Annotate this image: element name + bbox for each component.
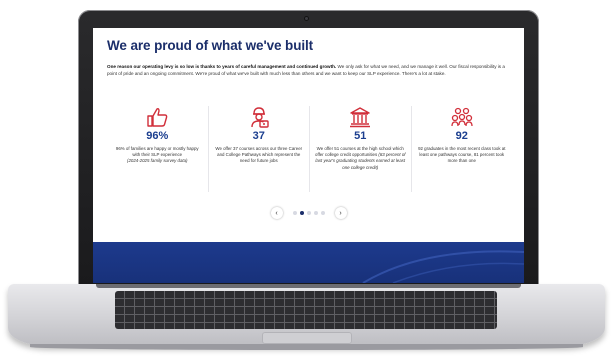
stat-value: 51 [354, 130, 367, 142]
carousel-dot[interactable] [313, 211, 318, 215]
stat-card: 96% 96% of families are happy or mostly … [107, 106, 208, 192]
stat-value: 96% [146, 130, 169, 142]
laptop-hinge [96, 284, 521, 288]
stat-desc-text: We offer 37 courses across our three Car… [215, 146, 303, 164]
thumbs-up-icon [147, 108, 168, 127]
carousel-dot[interactable] [320, 211, 325, 215]
stats-carousel: 96% 96% of families are happy or mostly … [107, 106, 512, 192]
stat-card: 37 We offer 37 courses across our three … [207, 106, 310, 192]
stat-card: 92 92 graduates in the most recent class… [410, 106, 513, 192]
laptop-lid: We are proud of what we've built One rea… [78, 10, 539, 288]
laptop-mockup: We are proud of what we've built One rea… [0, 0, 613, 358]
stat-card: 51 We offer 51 courses at the high schoo… [309, 106, 411, 192]
next-arrow-button[interactable]: › [334, 207, 347, 219]
carousel-pager: ‹ › [93, 206, 524, 220]
carousel-dot[interactable] [306, 211, 311, 215]
carousel-dot[interactable] [299, 211, 304, 215]
stat-description: We offer 37 courses across our three Car… [214, 146, 305, 165]
stat-desc-text: 92 graduates in the most recent class to… [418, 146, 506, 164]
intro-section: We are proud of what we've built One rea… [107, 38, 512, 77]
keyboard [115, 291, 497, 329]
footer-band [93, 242, 524, 283]
stat-description: 96% of families are happy or mostly happ… [112, 146, 203, 165]
webcam [304, 16, 309, 21]
stat-description: We offer 51 courses at the high school w… [315, 146, 406, 171]
prev-arrow-button[interactable]: ‹ [270, 207, 283, 219]
stat-desc-note: (2024-2025 family survey data) [126, 158, 188, 164]
laptop-foot [30, 344, 583, 350]
stat-value: 37 [252, 130, 265, 142]
carousel-dot[interactable] [292, 211, 297, 215]
trackpad [262, 332, 352, 344]
footer-swoosh [362, 250, 524, 283]
intro-bold-text: One reason our operating levy is so low … [107, 64, 337, 69]
stat-value: 92 [455, 130, 468, 142]
stat-description: 92 graduates in the most recent class to… [417, 146, 508, 165]
group-icon [451, 107, 473, 127]
institution-icon [350, 107, 371, 128]
intro-paragraph: One reason our operating levy is so low … [107, 63, 512, 77]
laptop-screen: We are proud of what we've built One rea… [93, 28, 524, 283]
worker-icon [251, 107, 269, 128]
carousel-dots [292, 211, 325, 215]
page-title: We are proud of what we've built [107, 38, 314, 53]
stat-desc-text: 96% of families are happy or mostly happ… [115, 146, 199, 158]
